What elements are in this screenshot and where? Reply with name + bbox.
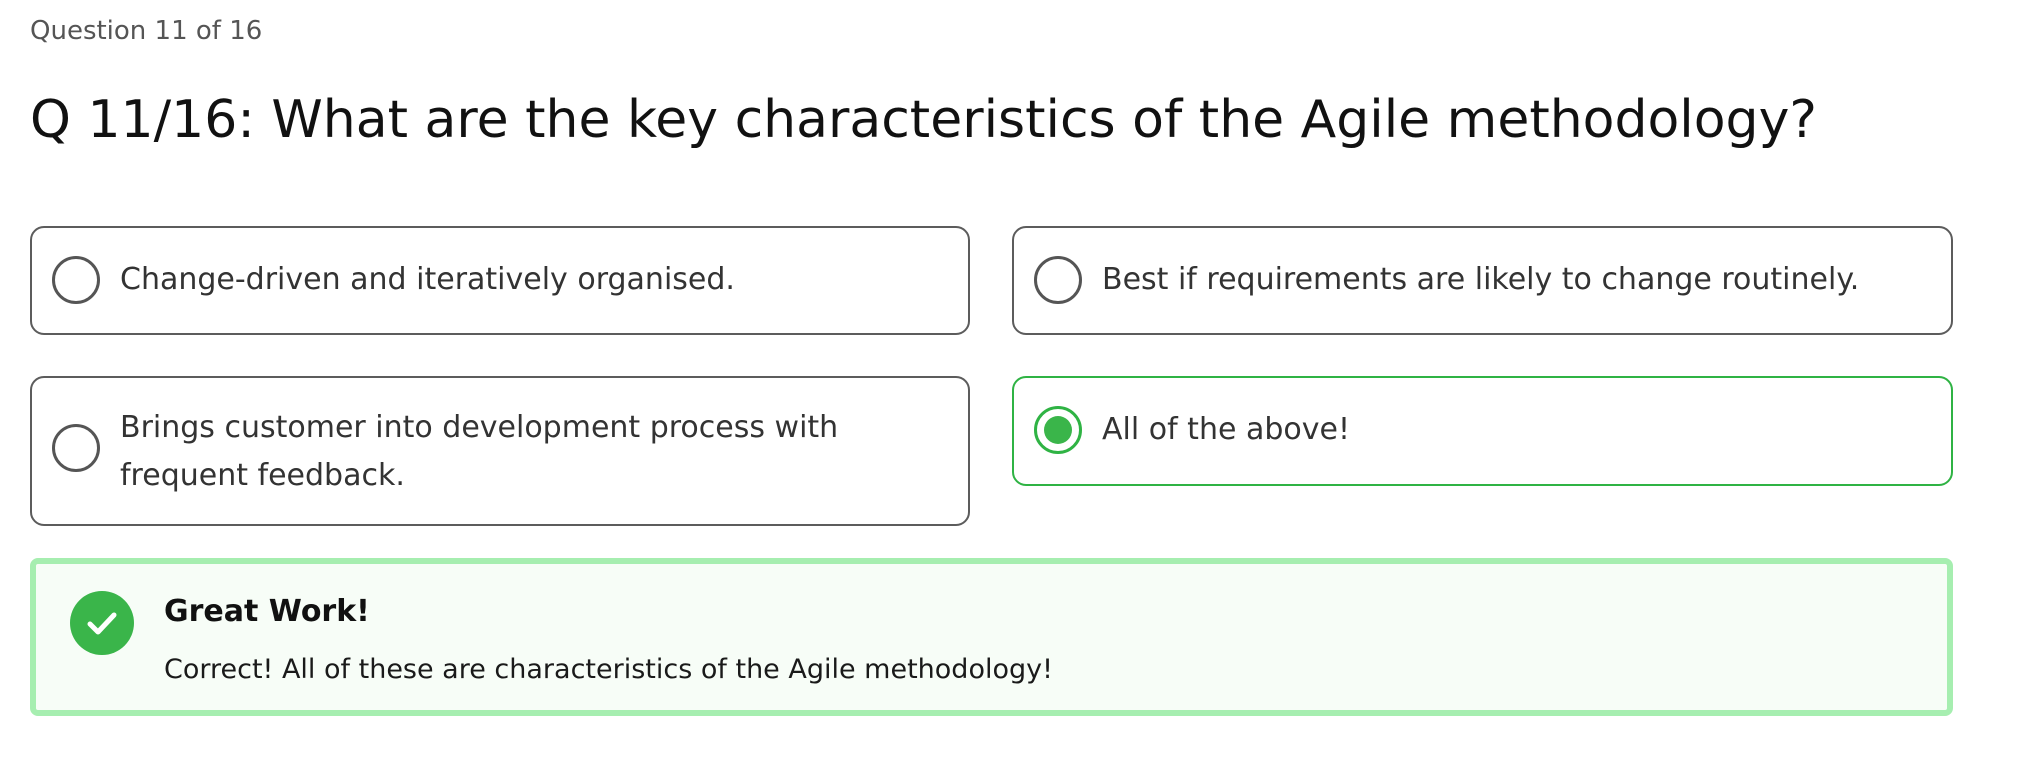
answer-option-4[interactable]: All of the above! <box>1012 376 1953 486</box>
feedback-message: Correct! All of these are characteristic… <box>164 654 1053 685</box>
answer-option-label: Change-driven and iteratively organised. <box>120 262 735 297</box>
radio-selected-dot <box>1044 416 1072 444</box>
radio-button-selected[interactable] <box>1034 406 1082 454</box>
radio-button[interactable] <box>1034 256 1082 304</box>
feedback-title: Great Work! <box>164 594 370 629</box>
radio-button[interactable] <box>52 424 100 472</box>
answer-option-3[interactable]: Brings customer into development process… <box>30 376 970 526</box>
answer-option-label: Best if requirements are likely to chang… <box>1102 262 1860 297</box>
answer-option-label: Brings customer into development process… <box>120 410 839 493</box>
answer-option-1[interactable]: Change-driven and iteratively organised. <box>30 226 970 335</box>
question-title: Q 11/16: What are the key characteristic… <box>30 90 1817 150</box>
answer-option-2[interactable]: Best if requirements are likely to chang… <box>1012 226 1953 335</box>
feedback-panel: Great Work! Correct! All of these are ch… <box>30 558 1953 716</box>
question-progress: Question 11 of 16 <box>30 16 263 46</box>
check-circle-icon <box>70 591 134 655</box>
answer-option-label: All of the above! <box>1102 412 1350 447</box>
radio-button[interactable] <box>52 256 100 304</box>
